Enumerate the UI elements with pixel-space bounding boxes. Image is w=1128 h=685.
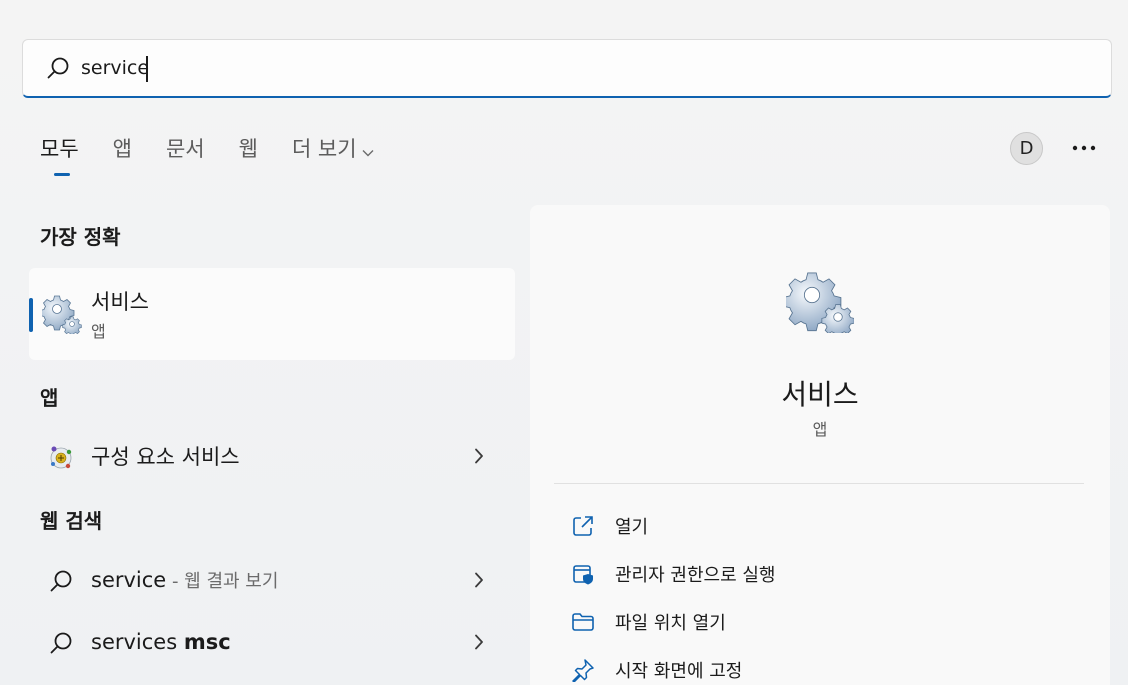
web-result-query-bold: msc — [183, 630, 231, 654]
web-result-services-msc[interactable]: services msc — [29, 616, 515, 668]
action-run-as-admin[interactable]: 관리자 권한으로 실행 — [570, 559, 775, 589]
filter-tabs: 모두 앱 문서 웹 더 보기 — [40, 133, 408, 176]
action-label: 열기 — [615, 517, 649, 538]
tab-label: 문서 — [165, 137, 205, 161]
divider — [554, 483, 1084, 484]
chevron-right-icon[interactable] — [473, 448, 485, 468]
folder-icon — [570, 609, 596, 635]
chevron-right-icon[interactable] — [473, 634, 485, 654]
web-result-service[interactable]: service - 웹 결과 보기 — [29, 554, 515, 606]
search-icon — [47, 567, 75, 595]
tab-web[interactable]: 웹 — [239, 133, 258, 163]
search-input[interactable] — [81, 53, 981, 83]
services-gear-icon — [39, 294, 82, 338]
web-result-query: services — [91, 630, 184, 654]
tab-label: 더 보기 — [291, 137, 357, 161]
tab-apps[interactable]: 앱 — [113, 133, 132, 163]
action-label: 시작 화면에 고정 — [615, 661, 743, 682]
tab-more[interactable]: 더 보기 — [292, 133, 374, 163]
tab-label: 앱 — [112, 137, 132, 161]
best-match-type: 앱 — [91, 322, 106, 341]
tab-all[interactable]: 모두 — [40, 133, 79, 176]
best-match-item[interactable]: 서비스 앱 — [29, 268, 515, 360]
chevron-down-icon — [362, 138, 374, 162]
web-result-label: services msc — [91, 630, 231, 654]
app-result-component-services[interactable]: 구성 요소 서비스 — [29, 430, 515, 482]
more-options-button[interactable] — [1070, 136, 1098, 160]
services-gear-icon — [782, 269, 855, 338]
section-title-web-search: 웹 검색 — [40, 509, 103, 533]
pin-icon — [570, 657, 596, 683]
app-result-label: 구성 요소 서비스 — [91, 445, 240, 469]
component-services-icon — [47, 443, 75, 471]
chevron-right-icon[interactable] — [473, 572, 485, 592]
tab-documents[interactable]: 문서 — [166, 133, 205, 163]
preview-title: 서비스 — [781, 378, 859, 411]
action-label: 관리자 권한으로 실행 — [615, 565, 776, 586]
preview-panel: 서비스 앱 열기 관리자 권한으로 실행 파일 위치 열기 시작 화면에 고정 — [530, 205, 1110, 685]
text-caret — [146, 56, 148, 82]
web-result-hint: - 웹 결과 보기 — [166, 571, 279, 592]
search-icon — [45, 55, 71, 81]
search-window: 모두 앱 문서 웹 더 보기 D 가장 정확 — [0, 0, 1128, 685]
action-open[interactable]: 열기 — [570, 511, 648, 541]
admin-shield-icon — [570, 561, 596, 587]
action-pin-to-start[interactable]: 시작 화면에 고정 — [570, 655, 742, 685]
best-match-name: 서비스 — [91, 290, 149, 314]
action-open-file-location[interactable]: 파일 위치 열기 — [570, 607, 726, 637]
ellipsis-icon — [1072, 145, 1096, 151]
selection-indicator — [29, 298, 33, 332]
preview-type: 앱 — [812, 420, 828, 439]
tab-label: 모두 — [40, 137, 79, 161]
search-icon — [47, 629, 75, 657]
section-title-best-match: 가장 정확 — [40, 225, 121, 249]
open-external-icon — [570, 513, 596, 539]
action-label: 파일 위치 열기 — [615, 613, 726, 634]
search-box[interactable] — [22, 39, 1112, 98]
web-result-label: service - 웹 결과 보기 — [91, 567, 278, 593]
avatar-initial: D — [1019, 138, 1034, 159]
web-result-query: service — [91, 568, 167, 592]
tab-label: 웹 — [238, 137, 258, 161]
avatar[interactable]: D — [1010, 132, 1043, 165]
section-title-apps: 앱 — [40, 386, 59, 410]
